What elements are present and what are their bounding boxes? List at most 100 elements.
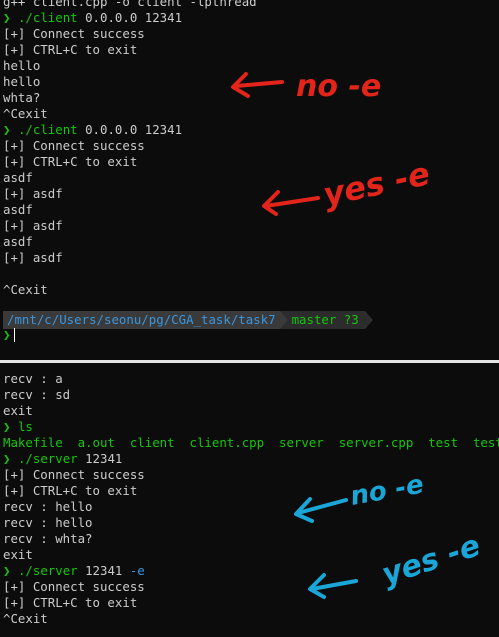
output-line: asdf — [3, 202, 257, 218]
prompt-arrow-icon: ❯ — [3, 451, 11, 466]
powerline-end-icon — [364, 311, 373, 329]
line-text: asdf — [3, 170, 33, 185]
line-text: asdf — [3, 234, 33, 249]
line-text: [+] Connect success — [3, 467, 145, 482]
git-status: ?3 — [343, 312, 359, 327]
path-part: /Users — [51, 312, 97, 327]
line-text: ^Cexit — [3, 106, 48, 121]
command-name: ./client — [17, 122, 78, 137]
line-text: [+] asdf — [3, 250, 63, 265]
command-flag: -e — [129, 563, 145, 578]
line-text: recv : hello — [3, 499, 93, 514]
output-line: recv : whta? — [3, 531, 499, 547]
powerline-separator-icon — [279, 311, 288, 329]
client-output: g++ client.cpp -o client -lpthread ❯ ./cl… — [3, 0, 257, 298]
line-text: [+] CTRL+C to exit — [3, 42, 138, 57]
file-listing: Makefile a.out client client.cpp server … — [3, 435, 499, 451]
red-arrow-yes-e-icon — [264, 196, 320, 208]
prompt-arrow-icon: ❯ — [3, 10, 11, 25]
command-name: ./client — [17, 10, 78, 25]
powerline-prompt: /mnt/c/Users/seonu/pg/CGA_task/task7 mas… — [3, 311, 373, 329]
command-args: 12341 — [77, 563, 130, 578]
line-text: whta? — [3, 90, 41, 105]
file-list-text: Makefile a.out client client.cpp server … — [3, 435, 499, 450]
output-line: asdf — [3, 170, 257, 186]
line-text: [+] CTRL+C to exit — [3, 483, 138, 498]
line-text: asdf — [3, 202, 33, 217]
command-name: ./server — [17, 451, 78, 466]
line-text: recv : hello — [3, 515, 93, 530]
command-args: 0.0.0.0 12341 — [77, 122, 183, 137]
prompt-arrow-icon: ❯ — [3, 122, 11, 137]
output-line: [+] CTRL+C to exit — [3, 595, 499, 611]
line-text: hello — [3, 58, 41, 73]
output-line: recv : sd — [3, 387, 499, 403]
path-part: /seonu — [96, 312, 142, 327]
text-cursor — [14, 328, 16, 342]
prompt-path-segment: /mnt/c/Users/seonu/pg/CGA_task/task7 — [3, 311, 280, 329]
output-line: [+] CTRL+C to exit — [3, 154, 257, 170]
command-args: 12341 — [77, 451, 123, 466]
command-line: ❯ ls — [3, 419, 499, 435]
output-line: recv : hello — [3, 499, 499, 515]
line-text: [+] Connect success — [3, 579, 145, 594]
command-line: ❯ ./server 12341 — [3, 451, 499, 467]
command-line: ❯ ./server 12341 -e — [3, 563, 499, 579]
git-status-segment: master ?3 — [287, 311, 365, 329]
output-line: recv : hello — [3, 515, 499, 531]
line-text: exit — [3, 403, 33, 418]
command-args: 0.0.0.0 12341 — [77, 10, 183, 25]
output-line: recv : a — [3, 371, 499, 387]
output-line: ^Cexit — [3, 282, 257, 298]
client-terminal-pane[interactable]: g++ client.cpp -o client -lpthread ❯ ./cl… — [0, 0, 499, 360]
output-line: ^Cexit — [3, 611, 499, 627]
output-line: [+] CTRL+C to exit — [3, 483, 499, 499]
output-line: [+] asdf — [3, 186, 257, 202]
path-part: /CGA_task — [163, 312, 231, 327]
output-line: whta? — [3, 90, 257, 106]
line-text: [+] CTRL+C to exit — [3, 154, 138, 169]
output-line: [+] asdf — [3, 250, 257, 266]
line-text: g++ client.cpp -o client -lpthread — [3, 0, 257, 9]
line-text: recv : sd — [3, 387, 71, 402]
output-line: [+] Connect success — [3, 26, 257, 42]
output-line: g++ client.cpp -o client -lpthread — [3, 0, 257, 10]
line-text: [+] CTRL+C to exit — [3, 595, 138, 610]
output-line: exit — [3, 403, 499, 419]
line-text: hello — [3, 74, 41, 89]
line-text: recv : whta? — [3, 531, 93, 546]
input-line[interactable]: ❯ — [3, 327, 16, 343]
path-part: /c — [36, 312, 52, 327]
output-line: hello — [3, 74, 257, 90]
line-text: exit — [3, 547, 33, 562]
output-line: asdf — [3, 234, 257, 250]
line-text: [+] asdf — [3, 218, 63, 233]
line-text: ^Cexit — [3, 611, 48, 626]
line-text: [+] asdf — [3, 186, 63, 201]
output-line: [+] Connect success — [3, 467, 499, 483]
prompt-arrow-icon: ❯ — [3, 563, 11, 578]
line-text: ^Cexit — [3, 282, 48, 297]
line-text: recv : a — [3, 371, 63, 386]
command-name: ls — [17, 419, 33, 434]
red-label-yes-e: yes -e — [320, 154, 433, 214]
output-line: [+] Connect success — [3, 138, 257, 154]
git-branch: master — [291, 312, 337, 327]
path-part: /pg — [141, 312, 164, 327]
server-output: recv : a recv : sd exit ❯ ls Makefile a.out … — [3, 371, 499, 627]
output-line: [+] asdf — [3, 218, 257, 234]
output-line: exit — [3, 547, 499, 563]
path-part: /task7 — [230, 312, 276, 327]
line-text: [+] Connect success — [3, 138, 145, 153]
red-label-no-e: no -e — [296, 69, 381, 104]
prompt-arrow-icon: ❯ — [3, 327, 11, 342]
output-line: [+] CTRL+C to exit — [3, 42, 257, 58]
prompt-arrow-icon: ❯ — [3, 419, 11, 434]
command-name: ./server — [17, 563, 78, 578]
command-line: ❯ ./client 0.0.0.0 12341 — [3, 122, 257, 138]
command-line: ❯ ./client 0.0.0.0 12341 — [3, 10, 257, 26]
server-terminal-pane[interactable]: recv : a recv : sd exit ❯ ls Makefile a.out … — [0, 363, 499, 637]
output-line: ^Cexit — [3, 106, 257, 122]
line-text: [+] Connect success — [3, 26, 145, 41]
